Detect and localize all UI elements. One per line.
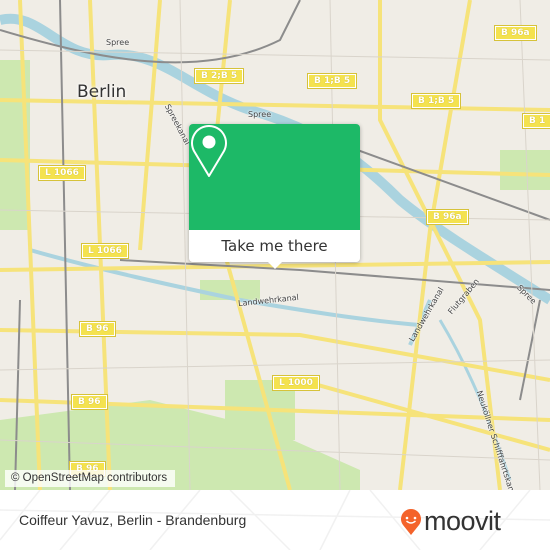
take-me-there-button[interactable]: Take me there <box>189 230 360 262</box>
road-shield: B 96 <box>71 394 108 410</box>
popup-pointer <box>267 261 283 269</box>
take-me-there-popup[interactable]: Take me there <box>189 124 360 269</box>
road-shield: L 1000 <box>272 375 320 391</box>
road-shield: B 1;B 5 <box>306 73 358 89</box>
moovit-wordmark: moovit <box>424 506 501 536</box>
road-shield: B 1;B 5 <box>410 93 462 109</box>
road-shield: L 1066 <box>38 165 86 181</box>
road-shield: B 2;B 5 <box>193 68 245 84</box>
osm-attribution[interactable]: © OpenStreetMap contributors <box>5 470 176 487</box>
street-label: Spree <box>248 110 272 119</box>
road-shield: B 96a <box>494 25 537 41</box>
map[interactable]: Berlin B 96a B 2;B 5 B 1;B 5 B 1;B 5 B 1… <box>0 0 550 490</box>
road-shield: B 96a <box>426 209 469 225</box>
moovit-logo[interactable]: moovit <box>400 506 501 537</box>
map-pin-icon <box>191 125 227 177</box>
place-title: Coiffeur Yavuz, Berlin - Brandenburg <box>19 512 247 528</box>
road-shield: L 1066 <box>81 243 129 259</box>
road-shield: B 96 <box>79 321 116 337</box>
moovit-pin-icon <box>401 508 421 535</box>
popup-header <box>189 124 360 230</box>
city-label: Berlin <box>77 82 127 102</box>
road-shield: B 1 <box>521 113 550 129</box>
street-label: Spree <box>106 38 130 47</box>
